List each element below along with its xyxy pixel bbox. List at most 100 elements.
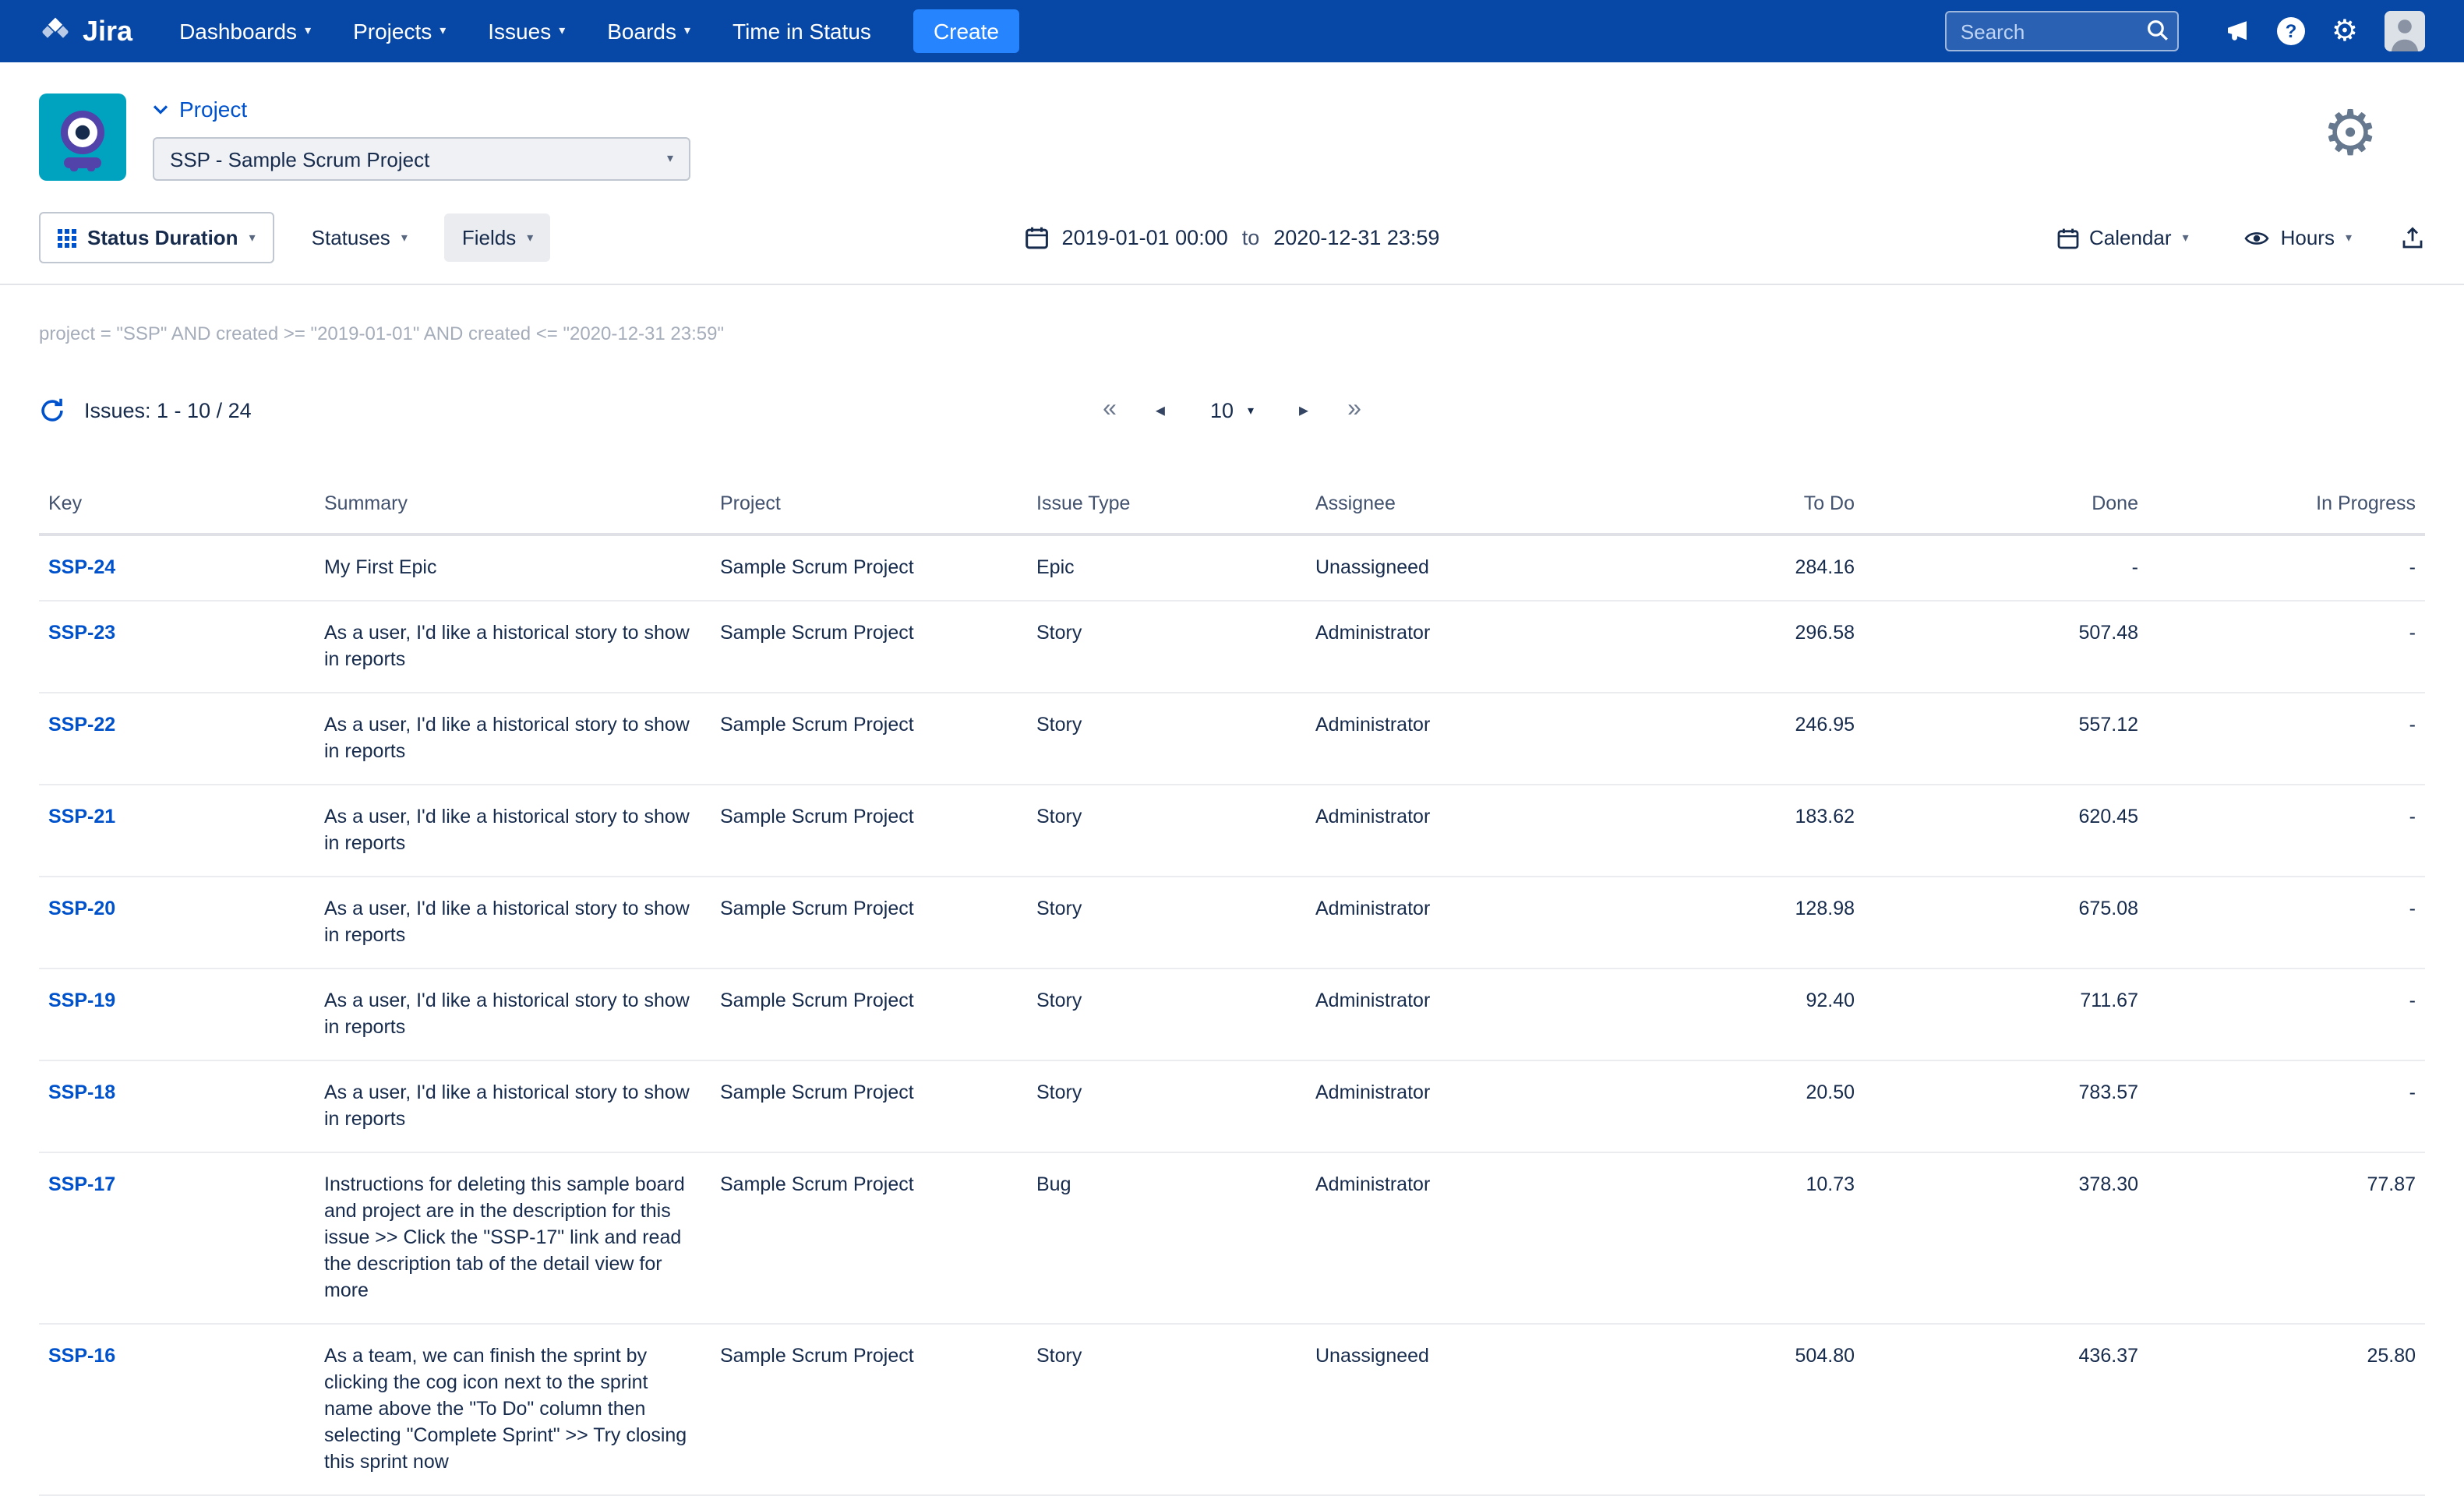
search-icon[interactable] <box>2146 19 2169 50</box>
project-cell: Sample Scrum Project <box>720 1173 914 1195</box>
calendar-dropdown[interactable]: Calendar ▾ <box>2039 213 2206 262</box>
summary-cell: Instructions for deleting this sample bo… <box>324 1173 685 1301</box>
issue-key-link[interactable]: SSP-18 <box>48 1081 115 1103</box>
col-header-done[interactable]: Done <box>1864 480 2148 535</box>
col-header-project[interactable]: Project <box>711 480 1027 535</box>
project-avatar <box>39 94 126 181</box>
table-row: SSP-21As a user, I'd like a historical s… <box>39 785 2425 877</box>
issue-key-link[interactable]: SSP-21 <box>48 806 115 827</box>
issue-type-cell: Story <box>1036 898 1082 919</box>
project-meta: Project SSP - Sample Scrum Project ▾ <box>153 94 690 181</box>
in-progress-cell: 25.80 <box>2367 1345 2416 1367</box>
main-menu: Dashboards ▾ Projects ▾ Issues ▾ Boards … <box>179 9 1019 53</box>
help-icon[interactable]: ? <box>2277 17 2305 45</box>
issue-key-link[interactable]: SSP-23 <box>48 622 115 644</box>
nav-time-in-status[interactable]: Time in Status <box>732 19 871 44</box>
issue-key-link[interactable]: SSP-24 <box>48 556 115 578</box>
project-cell: Sample Scrum Project <box>720 714 914 736</box>
brand-label: Jira <box>83 15 132 48</box>
assignee-cell: Unassigneed <box>1315 1345 1429 1367</box>
chevron-down-icon <box>153 104 168 115</box>
scope-label: Project <box>179 97 247 122</box>
in-progress-cell: - <box>2409 622 2416 644</box>
last-page-button[interactable]: » <box>1347 397 1361 422</box>
col-header-in-progress[interactable]: In Progress <box>2148 480 2425 535</box>
issue-type-cell: Story <box>1036 714 1082 736</box>
done-cell: - <box>2132 556 2138 578</box>
next-page-button[interactable]: ▸ <box>1299 400 1308 419</box>
issues-counter: Issues: 1 - 10 / 24 <box>39 397 252 423</box>
export-icon[interactable] <box>2400 224 2425 251</box>
jql-query-text: project = "SSP" AND created >= "2019-01-… <box>39 323 2425 344</box>
issue-key-link[interactable]: SSP-17 <box>48 1173 115 1195</box>
settings-gear-icon[interactable]: ⚙ <box>2332 16 2358 46</box>
jira-logo[interactable]: Jira <box>39 15 132 48</box>
report-type-button[interactable]: Status Duration ▾ <box>39 212 274 263</box>
issue-key-link[interactable]: SSP-16 <box>48 1345 115 1367</box>
col-header-key[interactable]: Key <box>39 480 315 535</box>
project-scope-toggle[interactable]: Project <box>153 97 690 122</box>
pagination-bar: Issues: 1 - 10 / 24 « ◂ 10 ▾ ▸ » <box>39 386 2425 433</box>
issue-key-link[interactable]: SSP-22 <box>48 714 115 736</box>
assignee-cell: Unassigneed <box>1315 556 1429 578</box>
nav-projects[interactable]: Projects ▾ <box>353 19 446 44</box>
report-settings-gear-icon[interactable]: ⚙ <box>2322 103 2378 165</box>
chevron-down-icon: ▾ <box>2183 231 2189 244</box>
app: Jira Dashboards ▾ Projects ▾ Issues ▾ Bo… <box>0 0 2464 1335</box>
calendar-dropdown-label: Calendar <box>2089 226 2172 249</box>
user-avatar[interactable] <box>2385 11 2425 51</box>
issue-key-link[interactable]: SSP-20 <box>48 898 115 919</box>
table-row: SSP-20As a user, I'd like a historical s… <box>39 877 2425 969</box>
todo-cell: 504.80 <box>1795 1345 1855 1367</box>
done-cell: 507.48 <box>2079 622 2138 644</box>
refresh-icon[interactable] <box>39 397 65 423</box>
summary-cell: As a user, I'd like a historical story t… <box>324 622 690 670</box>
issue-type-cell: Bug <box>1036 1173 1071 1195</box>
done-cell: 620.45 <box>2079 806 2138 827</box>
statuses-button[interactable]: Statuses ▾ <box>295 213 425 262</box>
nav-boards[interactable]: Boards ▾ <box>607 19 690 44</box>
issues-table-body: SSP-24My First EpicSample Scrum ProjectE… <box>39 535 2425 1495</box>
project-cell: Sample Scrum Project <box>720 990 914 1011</box>
nav-issues[interactable]: Issues ▾ <box>488 19 565 44</box>
project-cell: Sample Scrum Project <box>720 556 914 578</box>
assignee-cell: Administrator <box>1315 990 1430 1011</box>
issue-key-link[interactable]: SSP-19 <box>48 990 115 1011</box>
chevron-down-icon: ▾ <box>2346 231 2352 244</box>
table-row: SSP-22As a user, I'd like a historical s… <box>39 693 2425 785</box>
search-box <box>1945 11 2179 51</box>
page-size-select[interactable]: 10 ▾ <box>1204 395 1260 425</box>
prev-page-button[interactable]: ◂ <box>1156 400 1165 419</box>
in-progress-cell: - <box>2409 556 2416 578</box>
col-header-todo[interactable]: To Do <box>1621 480 1864 535</box>
first-page-button[interactable]: « <box>1103 397 1117 422</box>
col-header-summary[interactable]: Summary <box>315 480 711 535</box>
hours-dropdown[interactable]: Hours ▾ <box>2228 213 2369 262</box>
table-row: SSP-17 Instructions for deleting this sam… <box>39 1152 2425 1324</box>
date-from: 2019-01-01 00:00 <box>1062 226 1228 249</box>
chevron-down-icon: ▾ <box>1248 403 1254 417</box>
chevron-down-icon: ▾ <box>559 25 565 37</box>
done-cell: 436.37 <box>2079 1345 2138 1367</box>
todo-cell: 128.98 <box>1795 898 1855 919</box>
col-header-assignee[interactable]: Assignee <box>1306 480 1621 535</box>
nav-dashboards[interactable]: Dashboards ▾ <box>179 19 311 44</box>
chevron-down-icon: ▾ <box>684 25 690 37</box>
issue-type-cell: Story <box>1036 1081 1082 1103</box>
top-navbar: Jira Dashboards ▾ Projects ▾ Issues ▾ Bo… <box>0 0 2464 62</box>
col-header-issue-type[interactable]: Issue Type <box>1027 480 1306 535</box>
table-row: SSP-19 As a user, I'd like a historical s… <box>39 969 2425 1060</box>
eye-icon <box>2245 228 2270 247</box>
summary-cell: As a user, I'd like a historical story t… <box>324 990 690 1038</box>
search-input[interactable] <box>1945 11 2179 51</box>
in-progress-cell: - <box>2409 898 2416 919</box>
create-button[interactable]: Create <box>913 9 1019 53</box>
feedback-megaphone-icon[interactable] <box>2224 19 2250 44</box>
chevron-down-icon: ▾ <box>439 25 446 37</box>
date-separator: to <box>1242 226 1260 249</box>
project-select[interactable]: SSP - Sample Scrum Project ▾ <box>153 137 690 181</box>
fields-button[interactable]: Fields ▾ <box>445 213 550 262</box>
summary-cell: As a user, I'd like a historical story t… <box>324 1081 690 1130</box>
chevron-down-icon: ▾ <box>527 231 533 244</box>
date-range-picker[interactable]: 2019-01-01 00:00 to 2020-12-31 23:59 <box>1025 226 1440 249</box>
